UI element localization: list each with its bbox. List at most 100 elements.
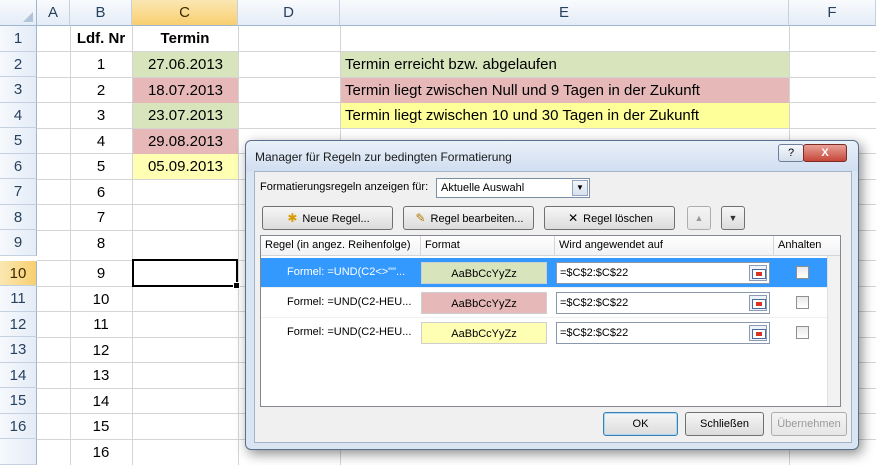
row-header-4[interactable]: 4 [0, 102, 37, 128]
edit-rule-button[interactable]: ✎ Regel bearbeiten... [403, 206, 534, 230]
apply-button[interactable]: Übernehmen [771, 412, 847, 436]
applies-to-value: =$C$2:$C$22 [560, 297, 629, 309]
cell-b14[interactable]: 13 [70, 363, 132, 388]
col-format-header[interactable]: Format [425, 239, 460, 251]
row-header-16[interactable]: 16 [0, 413, 37, 439]
cell-c4[interactable]: 23.07.2013 [133, 103, 238, 128]
row-header-2[interactable]: 2 [0, 51, 37, 77]
applies-to-value: =$C$2:$C$22 [560, 267, 629, 279]
format-preview-red: AaBbCcYyZz [421, 292, 547, 314]
cell-b5[interactable]: 4 [70, 129, 132, 154]
ok-button[interactable]: OK [603, 412, 678, 436]
row-header-9[interactable]: 9 [0, 230, 37, 256]
row-header-17[interactable] [0, 439, 37, 465]
cell-b16[interactable]: 15 [70, 414, 132, 439]
rule-formula: Formel: =UND(C2-HEU... [287, 296, 412, 308]
range-picker-icon[interactable] [749, 325, 767, 341]
range-picker-icon[interactable] [749, 295, 767, 311]
cell-c2[interactable]: 27.06.2013 [133, 52, 238, 77]
row-header-6[interactable]: 6 [0, 153, 37, 179]
cell-c3[interactable]: 18.07.2013 [133, 77, 238, 103]
cell-b11[interactable]: 10 [70, 287, 132, 312]
rule-row[interactable]: Formel: =UND(C2-HEU... AaBbCcYyZz =$C$2:… [261, 318, 827, 347]
select-all-corner[interactable] [0, 0, 37, 26]
row-header-15[interactable]: 15 [0, 388, 37, 414]
show-rules-select[interactable]: Aktuelle Auswahl ▼ [436, 178, 590, 198]
row-header-7[interactable]: 7 [0, 179, 37, 205]
rules-list-scrollbar[interactable] [827, 256, 840, 406]
row-header-1[interactable]: 1 [0, 26, 37, 52]
col-applies-header[interactable]: Wird angewendet auf [559, 239, 663, 251]
delete-x-icon: ✕ [568, 211, 579, 225]
row-header-8[interactable]: 8 [0, 204, 37, 230]
column-header-d[interactable]: D [238, 0, 340, 26]
row-header-11[interactable]: 11 [0, 286, 37, 312]
edit-rule-label: Regel bearbeiten... [430, 213, 524, 225]
stop-if-true-checkbox[interactable] [796, 326, 809, 339]
header-ldf-nr[interactable]: Ldf. Nr [70, 26, 132, 51]
stop-if-true-checkbox[interactable] [796, 296, 809, 309]
legend-red[interactable]: Termin liegt zwischen Null und 9 Tagen i… [341, 77, 789, 103]
header-termin[interactable]: Termin [132, 26, 238, 51]
cell-b3[interactable]: 2 [70, 78, 132, 103]
cell-c5[interactable]: 29.08.2013 [133, 128, 238, 154]
rules-list[interactable]: Regel (in angez. Reihenfolge) Format Wir… [260, 235, 841, 407]
dropdown-arrow-icon[interactable]: ▼ [572, 180, 588, 196]
cell-b4[interactable]: 3 [70, 103, 132, 128]
col-stop-header[interactable]: Anhalten [778, 239, 821, 251]
applies-to-field[interactable]: =$C$2:$C$22 [556, 262, 770, 284]
cell-b17[interactable]: 16 [70, 440, 132, 465]
column-header-e[interactable]: E [340, 0, 789, 26]
column-header-c[interactable]: C [132, 0, 238, 26]
rules-list-header: Regel (in angez. Reihenfolge) Format Wir… [261, 236, 840, 256]
cell-b6[interactable]: 5 [70, 154, 132, 179]
cell-b12[interactable]: 11 [70, 312, 132, 337]
move-up-button[interactable]: ▲ [687, 206, 711, 230]
rule-formula: Formel: =UND(C2<>""... [287, 266, 406, 278]
cell-b8[interactable]: 7 [70, 205, 132, 230]
active-cell-c10[interactable] [132, 259, 240, 289]
row-header-3[interactable]: 3 [0, 77, 37, 103]
cell-b9[interactable]: 8 [70, 231, 132, 256]
cell-b7[interactable]: 6 [70, 180, 132, 205]
rule-formula: Formel: =UND(C2-HEU... [287, 326, 412, 338]
dialog-title: Manager für Regeln zur bedingten Formati… [255, 150, 512, 164]
help-button[interactable]: ? [778, 144, 804, 162]
dialog-titlebar[interactable]: Manager für Regeln zur bedingten Formati… [246, 141, 858, 171]
col-rule-header[interactable]: Regel (in angez. Reihenfolge) [265, 239, 411, 251]
cell-b15[interactable]: 14 [70, 389, 132, 414]
stop-if-true-checkbox[interactable] [796, 266, 809, 279]
format-preview-yellow: AaBbCcYyZz [421, 322, 547, 344]
row-header-5[interactable]: 5 [0, 128, 37, 154]
show-rules-value: Aktuelle Auswahl [441, 182, 525, 194]
range-picker-icon[interactable] [749, 265, 767, 281]
new-rule-icon: ✱ [287, 211, 298, 225]
rule-row[interactable]: Formel: =UND(C2<>""... AaBbCcYyZz =$C$2:… [261, 258, 827, 287]
rule-row[interactable]: Formel: =UND(C2-HEU... AaBbCcYyZz =$C$2:… [261, 288, 827, 317]
column-header-a[interactable]: A [37, 0, 70, 26]
cell-b2[interactable]: 1 [70, 52, 132, 77]
cell-b13[interactable]: 12 [70, 338, 132, 363]
cell-b10[interactable]: 9 [70, 261, 132, 286]
close-icon[interactable]: X [803, 144, 847, 162]
column-header-f[interactable]: F [789, 0, 876, 26]
delete-rule-button[interactable]: ✕ Regel löschen [544, 206, 675, 230]
move-down-button[interactable]: ▼ [721, 206, 745, 230]
close-button[interactable]: Schließen [685, 412, 764, 436]
applies-to-field[interactable]: =$C$2:$C$22 [556, 292, 770, 314]
conditional-formatting-dialog: Manager für Regeln zur bedingten Formati… [245, 140, 859, 450]
format-preview-green: AaBbCcYyZz [421, 262, 547, 284]
row-header-13[interactable]: 13 [0, 337, 37, 363]
show-rules-label: Formatierungsregeln anzeigen für: [260, 181, 429, 193]
row-header-12[interactable]: 12 [0, 311, 37, 337]
legend-yellow[interactable]: Termin liegt zwischen 10 und 30 Tagen in… [341, 103, 789, 128]
new-rule-button[interactable]: ✱ Neue Regel... [262, 206, 393, 230]
legend-green[interactable]: Termin erreicht bzw. abgelaufen [341, 52, 789, 77]
cell-c6[interactable]: 05.09.2013 [133, 154, 238, 179]
row-header-14[interactable]: 14 [0, 362, 37, 388]
new-rule-label: Neue Regel... [302, 213, 370, 225]
row-header-10[interactable]: 10 [0, 260, 37, 286]
delete-rule-label: Regel löschen [583, 213, 653, 225]
column-header-b[interactable]: B [70, 0, 132, 26]
applies-to-field[interactable]: =$C$2:$C$22 [556, 322, 770, 344]
